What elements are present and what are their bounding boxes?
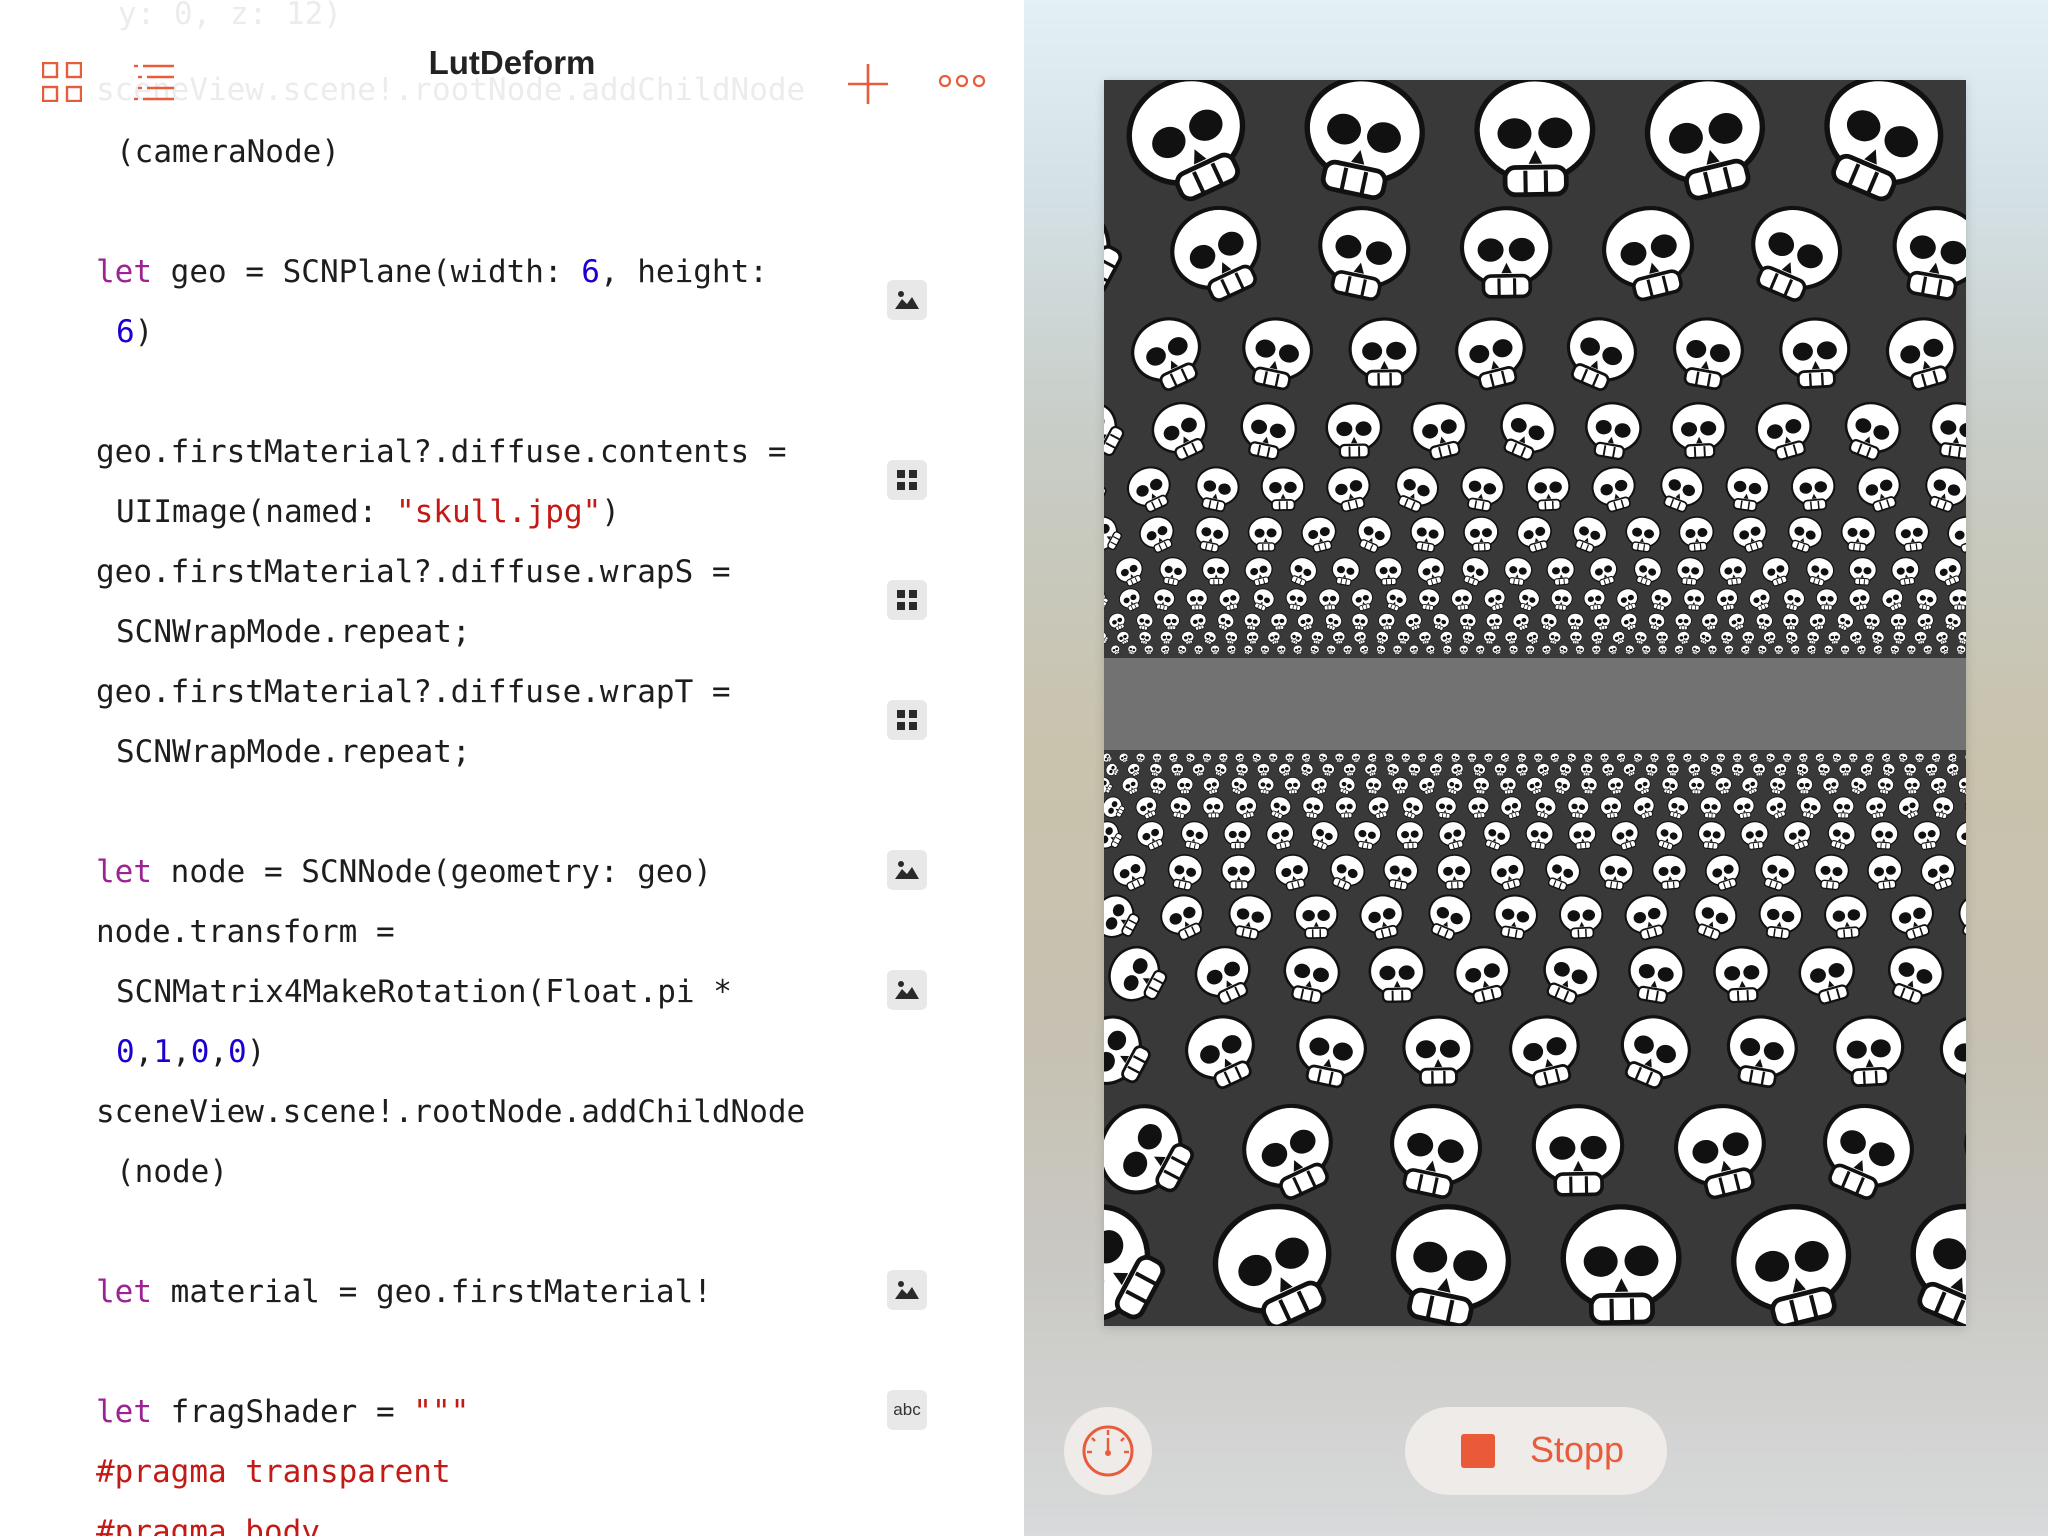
code-line[interactable]: #pragma transparent <box>96 1448 451 1496</box>
code-line[interactable]: UIImage(named: "skull.jpg") <box>116 488 620 536</box>
more-icon[interactable] <box>938 74 986 88</box>
plus-icon[interactable] <box>846 62 890 106</box>
code-line[interactable]: node.transform = <box>96 908 395 956</box>
grid-result-icon[interactable] <box>887 700 927 740</box>
code-line[interactable]: 0,1,0,0) <box>116 1028 265 1076</box>
navigation-bar: LutDeform <box>0 20 1024 108</box>
code-line[interactable]: geo.firstMaterial?.diffuse.contents = <box>96 428 787 476</box>
image-result-icon[interactable] <box>887 1270 927 1310</box>
code-line[interactable]: sceneView.scene!.rootNode.addChildNode <box>96 1088 805 1136</box>
live-view-pane: Stopp <box>1024 0 2048 1536</box>
performance-gauge-button[interactable] <box>1064 1407 1152 1495</box>
image-result-icon[interactable] <box>887 280 927 320</box>
grid-icon <box>897 470 917 490</box>
code-line[interactable]: let node = SCNNode(geometry: geo) <box>96 848 712 896</box>
code-line[interactable]: (node) <box>116 1148 228 1196</box>
code-line[interactable]: let geo = SCNPlane(width: 6, height: <box>96 248 768 296</box>
code-line[interactable]: SCNWrapMode.repeat; <box>116 608 471 656</box>
speedometer-icon <box>1082 1425 1134 1477</box>
code-line[interactable]: #pragma body <box>96 1508 320 1536</box>
stop-button-label: Stopp <box>1530 1429 1625 1470</box>
code-line[interactable]: (cameraNode) <box>116 128 340 176</box>
image-icon <box>895 981 919 999</box>
grid-result-icon[interactable] <box>887 580 927 620</box>
image-result-icon[interactable] <box>887 850 927 890</box>
code-line[interactable]: let material = geo.firstMaterial! <box>96 1268 712 1316</box>
stop-button[interactable]: Stopp <box>1405 1407 1667 1495</box>
text-result-icon[interactable]: abc <box>887 1390 927 1430</box>
image-result-icon[interactable] <box>887 970 927 1010</box>
skull-pattern-render <box>1104 80 1966 1326</box>
image-icon <box>895 1281 919 1299</box>
grid-result-icon[interactable] <box>887 460 927 500</box>
stop-icon <box>1461 1434 1495 1468</box>
code-line[interactable]: geo.firstMaterial?.diffuse.wrapS = <box>96 548 731 596</box>
image-icon <box>895 291 919 309</box>
code-line[interactable]: 6) <box>116 308 153 356</box>
code-line[interactable]: let fragShader = """ <box>96 1388 469 1436</box>
grid-icon <box>897 590 917 610</box>
scene-view[interactable] <box>1104 80 1966 1326</box>
image-icon <box>895 861 919 879</box>
code-line[interactable]: SCNWrapMode.repeat; <box>116 728 471 776</box>
code-line[interactable]: geo.firstMaterial?.diffuse.wrapT = <box>96 668 731 716</box>
grid-icon <box>897 710 917 730</box>
code-line[interactable]: SCNMatrix4MakeRotation(Float.pi * <box>116 968 732 1016</box>
code-editor[interactable]: y: 0, z: 12) sceneView.scene!.rootNode.a… <box>0 0 1024 1536</box>
